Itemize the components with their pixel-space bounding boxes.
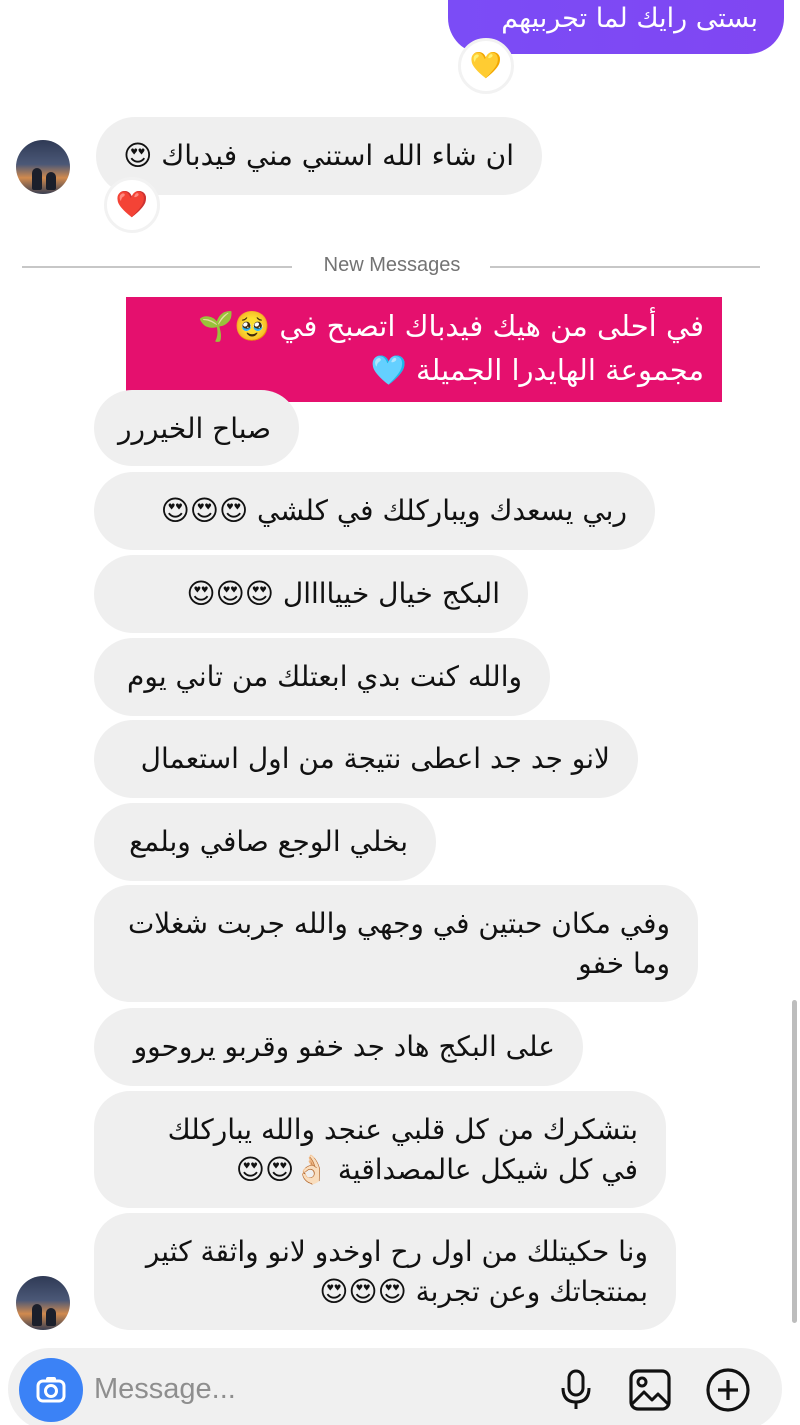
message-text: على البكج هاد جد خفو وقربو يروحوو: [133, 1030, 555, 1063]
incoming-message-bubble[interactable]: ربي يسعدك ويباركلك في كلشي 😍😍😍: [94, 472, 655, 550]
message-text: والله كنت بدي ابعتلك من تاني يوم: [127, 660, 522, 693]
scrollbar[interactable]: [792, 1000, 797, 1323]
incoming-message-bubble[interactable]: والله كنت بدي ابعتلك من تاني يوم: [94, 638, 550, 716]
light-blue-heart-icon: 🩵: [370, 353, 407, 387]
incoming-message-bubble[interactable]: صباح الخيررر: [94, 390, 299, 466]
chat-thread: بستى رايك لما تجربيهم 💛 ان شاء الله استن…: [0, 0, 800, 1425]
yellow-heart-icon: 💛: [469, 51, 503, 81]
message-text: ربي يسعدك ويباركلك في كلشي 😍😍😍: [160, 494, 627, 527]
incoming-message-bubble[interactable]: على البكج هاد جد خفو وقربو يروحوو: [94, 1008, 583, 1086]
message-text: لانو جد جد اعطى نتيجة من اول استعمال: [140, 742, 610, 775]
avatar[interactable]: [16, 1276, 70, 1330]
camera-icon: [36, 1377, 66, 1403]
caption-banner: في أحلى من هيك فيدباك اتصبح في 🥹🌱 مجموعة…: [126, 297, 722, 402]
incoming-message-bubble[interactable]: وفي مكان حبتين في وجهي والله جربت شغلات …: [94, 885, 698, 1002]
incoming-message-bubble[interactable]: بخلي الوجع صافي وبلمع: [94, 803, 436, 881]
incoming-message-bubble[interactable]: البكج خيال خيياااال 😍😍😍: [94, 555, 528, 633]
microphone-icon: [561, 1369, 591, 1409]
message-input[interactable]: [94, 1362, 514, 1416]
new-messages-divider: New Messages: [323, 254, 461, 276]
plus-icon: [706, 1368, 750, 1412]
incoming-message-bubble[interactable]: لانو جد جد اعطى نتيجة من اول استعمال: [94, 720, 638, 798]
divider-line: [22, 266, 292, 268]
incoming-message-bubble[interactable]: ان شاء الله استني مني فيدباك 😍: [96, 117, 542, 195]
banner-line-text: مجموعة الهايدرا الجميلة: [415, 353, 704, 387]
camera-button[interactable]: [19, 1358, 83, 1422]
message-text: بخلي الوجع صافي وبلمع: [129, 825, 408, 858]
microphone-button[interactable]: [552, 1366, 600, 1414]
gallery-icon: [629, 1369, 671, 1411]
message-text: البكج خيال خيياااال 😍😍😍: [186, 577, 500, 610]
incoming-message-bubble[interactable]: بتشكرك من كل قلبي عنجد والله يباركلك في …: [94, 1091, 666, 1208]
message-text: وفي مكان حبتين في وجهي والله جربت شغلات …: [127, 907, 670, 980]
red-heart-icon: ❤️: [115, 190, 149, 220]
banner-line: مجموعة الهايدرا الجميلة 🩵: [144, 348, 704, 392]
reaction-badge[interactable]: ❤️: [104, 177, 160, 233]
banner-line: في أحلى من هيك فيدباك اتصبح في 🥹🌱: [197, 309, 704, 343]
add-button[interactable]: [704, 1366, 752, 1414]
message-text: صباح الخيررر: [117, 412, 271, 445]
gallery-button[interactable]: [626, 1366, 674, 1414]
incoming-message-bubble[interactable]: ونا حكيتلك من اول رح اوخدو لانو واثقة كث…: [94, 1213, 676, 1330]
reaction-badge[interactable]: 💛: [458, 38, 514, 94]
message-text: ان شاء الله استني مني فيدباك 😍: [123, 139, 514, 172]
avatar[interactable]: [16, 140, 70, 194]
divider-line: [490, 266, 760, 268]
message-text: بتشكرك من كل قلبي عنجد والله يباركلك في …: [167, 1113, 638, 1186]
outgoing-message-text: بستى رايك لما تجربيهم: [501, 3, 758, 34]
message-composer: [8, 1348, 782, 1425]
message-text: ونا حكيتلك من اول رح اوخدو لانو واثقة كث…: [145, 1235, 648, 1308]
